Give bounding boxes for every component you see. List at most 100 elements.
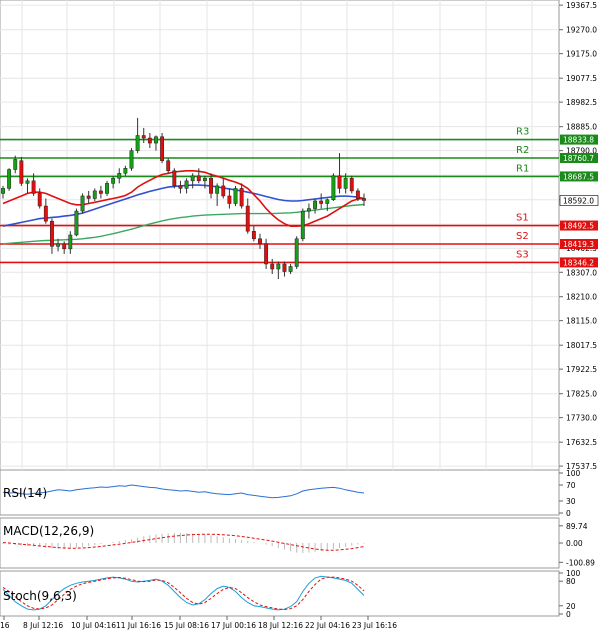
candle-body	[129, 150, 134, 169]
level-name-s2: S2	[516, 231, 529, 242]
candle-body	[13, 159, 18, 170]
stoch-tick-label: 80	[566, 577, 576, 586]
candle	[129, 148, 134, 171]
price-tick-label: 17922.5	[566, 365, 597, 374]
candle-body	[86, 195, 91, 199]
level-name-r1: R1	[516, 163, 529, 174]
level-name-r2: R2	[516, 145, 529, 156]
level-value-label: 18419.3	[563, 240, 594, 249]
candle-body	[25, 180, 30, 184]
level-value-label: 18492.5	[563, 222, 594, 231]
level-value-label: 18687.5	[563, 172, 594, 181]
candle-body	[221, 185, 226, 197]
candle-body	[355, 190, 360, 199]
candle-body	[270, 263, 275, 270]
macd-tick-label: 89.74	[566, 522, 588, 531]
candle-body	[50, 220, 54, 247]
time-tick-label: 8 Jul 12:16	[23, 621, 63, 630]
level-value-label: 18346.2	[563, 258, 594, 267]
time-tick-label: 11 Jul 16:16	[116, 621, 161, 630]
level-name-s3: S3	[516, 249, 529, 260]
candle-body	[62, 243, 67, 250]
candle-body	[190, 175, 195, 182]
candle-body	[282, 263, 287, 272]
level-value-label: 18833.8	[563, 136, 594, 145]
candle	[233, 185, 238, 207]
candle-body	[215, 185, 220, 194]
candle-body	[325, 199, 330, 204]
price-tick-label: 17730.0	[566, 414, 597, 423]
level-name-s1: S1	[516, 213, 529, 224]
price-tick-label: 18307.0	[566, 268, 597, 277]
candle	[349, 175, 354, 194]
rsi-tick-label: 70	[566, 481, 576, 490]
candle	[331, 173, 336, 201]
candle-body	[264, 243, 269, 265]
candle-body	[331, 175, 336, 200]
price-tick-label: 19175.0	[566, 50, 597, 59]
level-name-r3: R3	[516, 127, 529, 138]
candle-body	[239, 188, 244, 207]
rsi-tick-label: 0	[566, 509, 571, 518]
macd-title: MACD(12,26,9)	[3, 524, 94, 538]
candle-body	[202, 178, 207, 182]
candle-body	[117, 173, 122, 179]
time-tick-label: 17 Jul 00:16	[211, 621, 256, 630]
candle	[19, 156, 24, 186]
candle-body	[209, 178, 213, 194]
time-tick-label: 16	[0, 621, 10, 630]
price-tick-label: 19367.5	[566, 1, 597, 10]
rsi-title: RSI(14)	[3, 486, 47, 500]
candle-body	[74, 210, 79, 236]
price-tick-label: 19077.5	[566, 74, 597, 83]
rsi-tick-label: 100	[566, 469, 581, 478]
candle-body	[123, 167, 128, 174]
candle-body	[227, 195, 232, 204]
candle-body	[19, 160, 24, 184]
candle	[300, 208, 305, 242]
candle-body	[300, 210, 305, 240]
candle-body	[362, 198, 366, 201]
price-tick-label: 18885.0	[566, 123, 597, 132]
candle-body	[349, 178, 354, 192]
candle-body	[147, 137, 152, 144]
price-tick-label: 18210.0	[566, 293, 597, 302]
macd-tick-label: -100.89	[566, 558, 595, 567]
candle-body	[306, 208, 311, 212]
candle-body	[178, 185, 183, 189]
price-tick-label: 17825.0	[566, 390, 597, 399]
stoch-tick-label: 0	[566, 610, 571, 619]
candle-body	[337, 175, 342, 189]
time-tick-label: 10 Jul 04:16	[71, 621, 116, 630]
price-tick-label: 18115.0	[566, 317, 597, 326]
time-tick-label: 23 Jul 16:16	[352, 621, 397, 630]
candle-body	[245, 205, 250, 232]
candle-body	[258, 238, 262, 245]
candle-body	[43, 205, 48, 222]
candle-body	[56, 243, 61, 247]
current-price-label: 18592.0	[563, 196, 594, 205]
price-tick-label: 19270.0	[566, 26, 597, 35]
candle-body	[166, 160, 171, 172]
candle-body	[105, 183, 109, 194]
candle-body	[184, 180, 189, 189]
candle-body	[294, 238, 299, 267]
price-tick-label: 18017.5	[566, 341, 597, 350]
candle	[294, 236, 299, 270]
time-tick-label: 15 Jul 08:16	[164, 621, 209, 630]
price-tick-label: 17632.5	[566, 438, 597, 447]
candle	[172, 168, 177, 189]
current-price-marker: 18592.0	[559, 195, 599, 206]
candle-body	[196, 175, 201, 182]
candle-body	[343, 178, 348, 189]
candle-body	[141, 135, 146, 139]
candle	[80, 193, 85, 214]
candle-body	[68, 234, 73, 250]
level-value-label: 18760.7	[563, 154, 594, 163]
price-tick-label: 18982.5	[566, 98, 597, 107]
time-tick-label: 22 Jul 04:16	[305, 621, 350, 630]
candle-body	[172, 170, 177, 187]
candle	[160, 132, 165, 164]
stoch-title: Stoch(9,6,3)	[3, 589, 77, 603]
candle-body	[98, 190, 103, 194]
